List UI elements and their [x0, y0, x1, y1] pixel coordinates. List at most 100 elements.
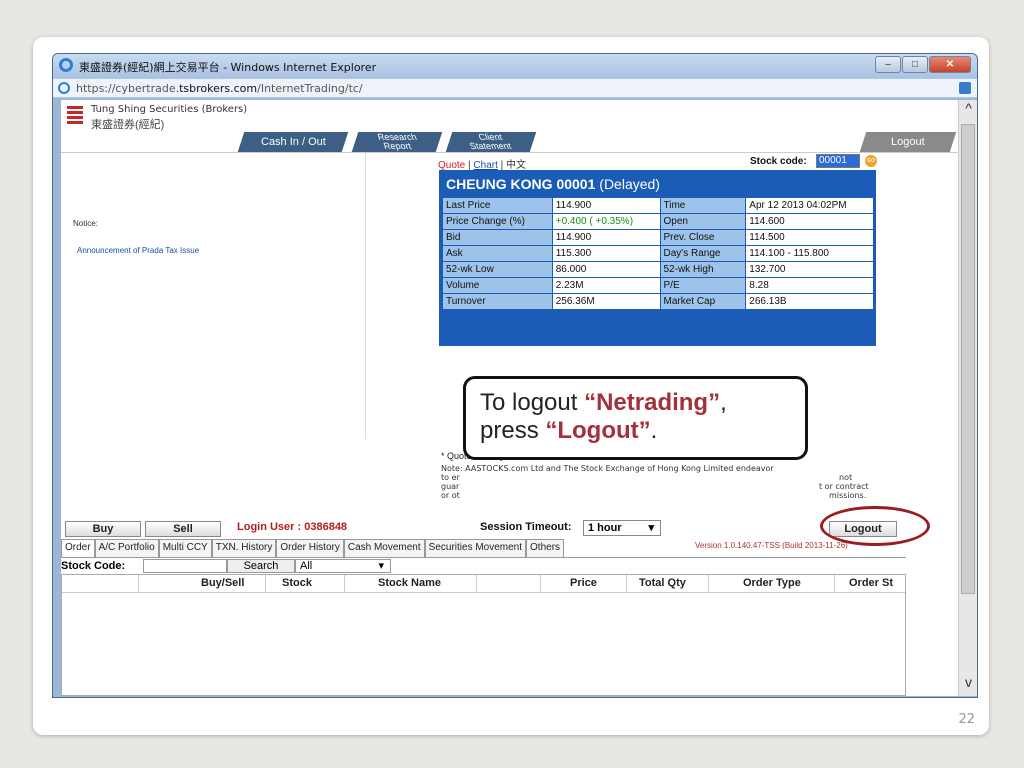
- quote-value: 256.36M: [551, 293, 661, 310]
- quote-value: +0.400 ( +0.35%): [551, 213, 661, 230]
- order-grid-header: Buy/Sell Stock Stock Name Price Total Qt…: [62, 575, 905, 593]
- title-bar: 東盛證券(經紀)網上交易平台 - Windows Internet Explor…: [53, 54, 977, 78]
- chevron-down-icon: ▾: [648, 522, 654, 534]
- quote-row: Last Price 114.900 Time Apr 12 2013 04:02PM: [442, 197, 874, 214]
- quote-value: 266.13B: [745, 293, 874, 310]
- version-text: Version 1.0.140.47-TSS (Build 2013-11-26…: [695, 541, 848, 550]
- tab-ac-portfolio[interactable]: A/C Portfolio: [94, 539, 159, 557]
- buy-button[interactable]: Buy: [65, 521, 141, 537]
- close-button[interactable]: ✕: [929, 56, 971, 73]
- vertical-scrollbar[interactable]: ^ v: [958, 100, 977, 696]
- search-button[interactable]: Search: [227, 559, 295, 573]
- address-bar[interactable]: https://cybertrade.tsbrokers.com/Interne…: [53, 78, 977, 98]
- tab-logout[interactable]: Logout: [859, 132, 957, 152]
- col-stock-name: Stock Name: [378, 577, 441, 589]
- quote-label: P/E: [659, 277, 747, 294]
- col-divider: [344, 575, 345, 593]
- col-divider: [265, 575, 266, 593]
- maximize-button[interactable]: □: [902, 56, 928, 73]
- window-title: 東盛證券(經紀)網上交易平台 - Windows Internet Explor…: [79, 61, 377, 74]
- url-text[interactable]: https://cybertrade.tsbrokers.com/Interne…: [76, 82, 363, 95]
- col-order-status: Order St: [849, 577, 894, 589]
- session-timeout-label: Session Timeout:: [480, 521, 572, 533]
- highlight-ring: [820, 506, 930, 546]
- go-button[interactable]: GO: [865, 155, 877, 167]
- quote-links: Quote | Chart | 中文: [438, 160, 527, 171]
- trading-tabs: Order A/C Portfolio Multi CCY TXN. Histo…: [61, 539, 565, 557]
- quote-value: 8.28: [745, 277, 874, 294]
- quote-label: Ask: [442, 245, 553, 262]
- quote-row: Bid 114.900 Prev. Close 114.500: [442, 229, 874, 246]
- quote-value: 114.900: [551, 197, 661, 214]
- tab-client-statement[interactable]: Client Statement: [445, 132, 537, 152]
- site-header: Tung Shing Securities (Brokers) 東盛證券(經紀)…: [61, 100, 958, 152]
- quote-value: 114.900: [551, 229, 661, 246]
- stock-code-input[interactable]: 00001: [816, 154, 860, 168]
- refresh-icon[interactable]: [959, 82, 971, 94]
- quote-label: Volume: [442, 277, 553, 294]
- col-divider: [626, 575, 627, 593]
- quote-value: 86.000: [551, 261, 661, 278]
- sell-button[interactable]: Sell: [145, 521, 221, 537]
- tab-cash-in-out[interactable]: Cash In / Out: [237, 132, 349, 152]
- col-divider: [138, 575, 139, 593]
- quote-label: Last Price: [442, 197, 553, 214]
- tab-others[interactable]: Others: [526, 539, 565, 557]
- quote-value: 132.700: [745, 261, 874, 278]
- tab-securities-movement[interactable]: Securities Movement: [424, 539, 527, 557]
- quote-label: Market Cap: [659, 293, 747, 310]
- quote-value: Apr 12 2013 04:02PM: [745, 197, 874, 214]
- tab-txn-history[interactable]: TXN. History: [211, 539, 277, 557]
- quote-label: 52-wk Low: [442, 261, 553, 278]
- order-stock-code-label: Stock Code:: [61, 560, 126, 572]
- tab-multi-ccy[interactable]: Multi CCY: [158, 539, 212, 557]
- minimize-button[interactable]: –: [875, 56, 901, 73]
- quote-label: Prev. Close: [659, 229, 747, 246]
- col-divider: [476, 575, 477, 593]
- stock-code-label: Stock code:: [750, 156, 807, 167]
- quote-label: 52-wk High: [659, 261, 747, 278]
- panel-divider: [365, 153, 366, 439]
- scroll-up-icon[interactable]: ^: [959, 100, 977, 122]
- quote-row: Ask 115.300 Day's Range 114.100 - 115.800: [442, 245, 874, 262]
- filter-select[interactable]: All ▾: [295, 559, 391, 573]
- col-stock: Stock: [282, 577, 312, 589]
- quote-value: 114.500: [745, 229, 874, 246]
- slide-number: 22: [958, 712, 975, 727]
- tab-order[interactable]: Order: [61, 539, 95, 557]
- quote-value: 114.600: [745, 213, 874, 230]
- quote-value: 2.23M: [551, 277, 661, 294]
- quote-title: CHEUNG KONG 00001 (Delayed): [446, 176, 660, 192]
- scroll-thumb[interactable]: [961, 124, 975, 594]
- notice-label: Notice:: [73, 219, 98, 228]
- order-grid: Buy/Sell Stock Stock Name Price Total Qt…: [61, 574, 906, 696]
- announcement-link[interactable]: Announcement of Prada Tax Issue: [77, 246, 199, 255]
- order-stock-code-input[interactable]: [143, 559, 227, 573]
- col-divider: [540, 575, 541, 593]
- ie-logo-icon: [59, 58, 73, 72]
- order-filter-row: Stock Code: Search All ▾: [61, 557, 906, 574]
- site-icon: [58, 82, 70, 94]
- trading-panel: Buy Sell Login User : 0386848 Session Ti…: [61, 506, 958, 696]
- login-user: Login User : 0386848: [237, 521, 348, 533]
- quote-label: Bid: [442, 229, 553, 246]
- quote-label: Turnover: [442, 293, 553, 310]
- col-total-qty: Total Qty: [639, 577, 686, 589]
- quote-row: Price Change (%) +0.400 ( +0.35%) Open 114.…: [442, 213, 874, 230]
- quote-value: 114.100 - 115.800: [745, 245, 874, 262]
- tab-order-history[interactable]: Order History: [276, 539, 344, 557]
- instruction-callout: To logout “Netrading”, press “Logout”.: [463, 376, 808, 460]
- quote-row: Volume 2.23M P/E 8.28: [442, 277, 874, 294]
- scroll-down-icon[interactable]: v: [959, 674, 977, 696]
- quote-label: Time: [659, 197, 747, 214]
- session-timeout-select[interactable]: 1 hour ▾: [583, 520, 661, 536]
- company-logo-icon: [67, 106, 83, 124]
- col-buy-sell: Buy/Sell: [201, 577, 245, 589]
- col-divider: [834, 575, 835, 593]
- tab-research-report[interactable]: Research Report: [351, 132, 443, 152]
- disclaimer-note: Note: AASTOCKS.com Ltd and The Stock Exc…: [441, 464, 869, 500]
- col-divider: [708, 575, 709, 593]
- quote-label: Open: [659, 213, 747, 230]
- col-price: Price: [570, 577, 597, 589]
- tab-cash-movement[interactable]: Cash Movement: [343, 539, 425, 557]
